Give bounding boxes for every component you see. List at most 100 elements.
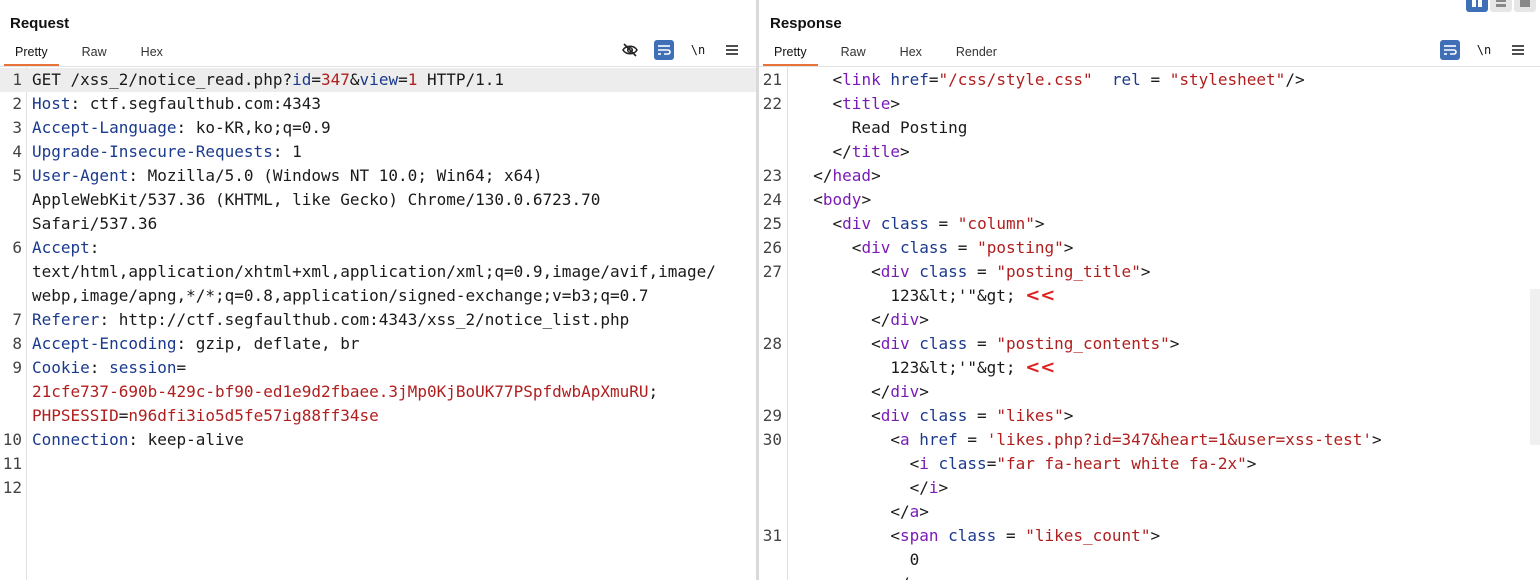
code-line: 5 User-Agent: Mozilla/5.0 (Windows NT 10.…	[0, 164, 756, 188]
code-token: head	[832, 166, 872, 185]
response-title: Response	[770, 15, 842, 32]
code-token: : 1	[272, 142, 302, 161]
code-token: 347	[321, 70, 350, 89]
layout-side-by-side-button[interactable]	[1466, 0, 1488, 12]
code-token: class	[948, 526, 997, 545]
line-text: Read Posting	[794, 116, 968, 140]
code-token: Read Posting	[794, 118, 968, 137]
line-text: text/html,application/xhtml+xml,applicat…	[32, 260, 716, 284]
code-token: >	[919, 310, 929, 329]
layout-tabs-button[interactable]	[1514, 0, 1536, 12]
word-wrap-icon[interactable]	[654, 40, 674, 60]
newline-toggle-icon[interactable]: \n	[688, 40, 708, 60]
line-text: 123&lt;'"&gt; <<	[794, 356, 1055, 380]
line-text: Accept:	[32, 236, 99, 260]
code-token: "/css/style.css"	[938, 70, 1093, 89]
code-token: class	[880, 214, 929, 233]
code-line: 4 Upgrade-Insecure-Requests: 1	[0, 140, 756, 164]
response-pane: Response Pretty Raw Hex Render \n 21 <li…	[759, 0, 1540, 580]
line-text: <div class = "likes">	[794, 404, 1073, 428]
code-token: body	[822, 190, 862, 209]
code-token: >	[1034, 214, 1045, 233]
line-number: 9	[12, 358, 22, 377]
response-scrollbar[interactable]	[1530, 289, 1540, 445]
line-text: <body>	[794, 188, 871, 212]
response-tab-hex[interactable]: Hex	[889, 42, 933, 66]
code-token: div	[890, 382, 920, 401]
code-token: "likes_count"	[1025, 526, 1151, 545]
code-line: 8 Accept-Encoding: gzip, deflate, br	[0, 332, 756, 356]
code-token: =	[967, 262, 997, 281]
code-token: "posting_contents"	[996, 334, 1170, 353]
code-line: 9 Cookie: session=	[0, 356, 756, 380]
code-line: PHPSESSID=n96dfi3io5d5fe57ig88ff34se	[0, 404, 756, 428]
code-token: >	[919, 502, 929, 521]
code-token: a	[909, 502, 920, 521]
code-token: <	[794, 454, 920, 473]
line-number: 28	[762, 334, 782, 353]
code-token: title	[851, 142, 900, 161]
code-token: session	[109, 358, 177, 377]
newline-toggle-icon[interactable]: \n	[1474, 40, 1494, 60]
code-token: "far fa-heart white fa-2x"	[996, 454, 1247, 473]
code-line: Read Posting	[759, 116, 1540, 140]
code-token: >	[890, 94, 900, 113]
line-number: 23	[762, 166, 782, 185]
word-wrap-icon[interactable]	[1440, 40, 1460, 60]
line-text: Upgrade-Insecure-Requests: 1	[32, 140, 302, 164]
response-tab-render[interactable]: Render	[945, 42, 1008, 66]
eye-off-icon[interactable]	[620, 40, 640, 60]
line-number: 21	[762, 70, 782, 89]
code-token: />	[1285, 70, 1305, 89]
code-token: :	[89, 358, 110, 377]
code-token: <	[794, 70, 843, 89]
code-token: =	[996, 526, 1026, 545]
line-text: <div class = "column">	[794, 212, 1045, 236]
code-token: =	[398, 70, 408, 89]
response-tabs: Pretty Raw Hex Render	[763, 42, 1020, 66]
code-token: Referer	[32, 310, 100, 329]
code-token: class	[919, 262, 968, 281]
code-token: : http://ctf.segfaulthub.com:4343/xss_2/…	[99, 310, 630, 329]
code-token: AppleWebKit/537.36 (KHTML, like Gecko) C…	[32, 190, 601, 209]
code-token: =	[1140, 70, 1170, 89]
code-token: div	[890, 310, 920, 329]
response-editor[interactable]: 21 <link href="/css/style.css" rel = "st…	[759, 66, 1540, 580]
code-token: Safari/537.36	[32, 214, 158, 233]
code-token: PHPSESSID	[32, 406, 119, 425]
code-token: 123&lt;'"&gt;	[794, 358, 1026, 377]
code-token: id	[292, 70, 312, 89]
code-token: >	[938, 478, 949, 497]
code-line: 21cfe737-690b-429c-bf90-ed1e9d2fbaee.3jM…	[0, 380, 756, 404]
line-text: <span class = "likes_count">	[794, 524, 1160, 548]
code-token: i	[928, 478, 939, 497]
menu-icon[interactable]	[1508, 40, 1528, 60]
code-token: "posting_title"	[996, 262, 1141, 281]
response-tab-raw[interactable]: Raw	[830, 42, 877, 66]
line-text: </	[794, 572, 909, 580]
layout-stacked-button[interactable]	[1490, 0, 1512, 12]
request-tab-raw[interactable]: Raw	[71, 42, 118, 66]
code-line: 31 <span class = "likes_count">	[759, 524, 1540, 548]
code-token: div	[880, 334, 910, 353]
menu-icon[interactable]	[722, 40, 742, 60]
line-number: 6	[12, 238, 22, 257]
response-tab-pretty[interactable]: Pretty	[763, 42, 818, 66]
code-line: </div>	[759, 308, 1540, 332]
code-token: <	[794, 262, 881, 281]
code-token: : ctf.segfaulthub.com:4343	[70, 94, 321, 113]
code-line: </i>	[759, 476, 1540, 500]
request-editor[interactable]: 1 GET /xss_2/notice_read.php?id=347&view=…	[0, 66, 756, 580]
code-token: div	[842, 214, 872, 233]
code-token: class	[938, 454, 987, 473]
line-number: 26	[762, 238, 782, 257]
code-token: 123&lt;'"&gt;	[794, 286, 1026, 305]
code-token: :	[89, 238, 100, 257]
code-line: </title>	[759, 140, 1540, 164]
request-toolbar: \n	[620, 40, 742, 60]
code-token: i	[919, 454, 929, 473]
request-tab-pretty[interactable]: Pretty	[4, 42, 59, 66]
request-tab-hex[interactable]: Hex	[130, 42, 174, 66]
